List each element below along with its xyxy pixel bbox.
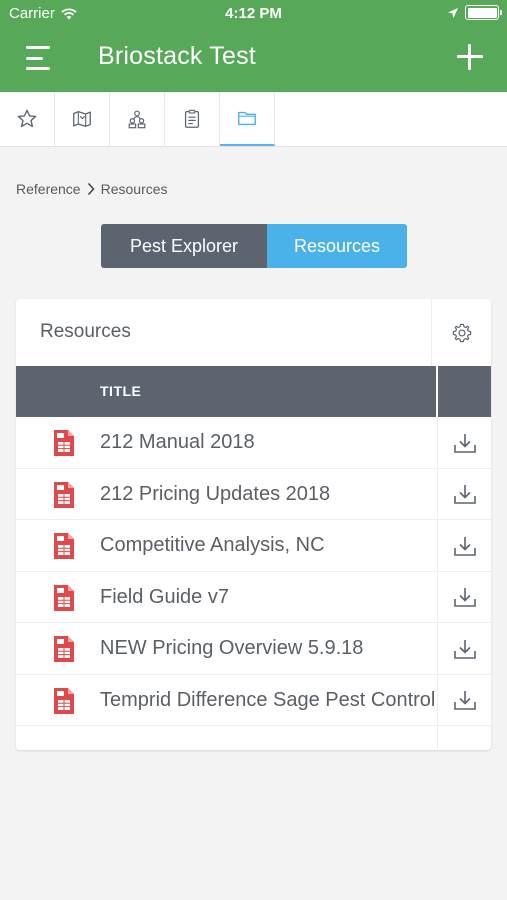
tab-resources[interactable] <box>220 92 275 146</box>
download-icon <box>453 639 476 659</box>
tab-favorites[interactable] <box>0 92 55 146</box>
status-right <box>447 5 502 20</box>
table-row[interactable]: NEW Pricing Overview 5.9.18 <box>16 623 491 675</box>
top-bar: Carrier 4:12 PM Briostack Test <box>0 0 507 92</box>
pdf-file-icon <box>54 584 74 611</box>
pest-explorer-button[interactable]: Pest Explorer <box>101 224 267 268</box>
map-icon <box>73 111 91 127</box>
table-row[interactable]: 212 Pricing Updates 2018 <box>16 468 491 520</box>
tab-map[interactable] <box>55 92 110 146</box>
download-icon <box>453 588 476 607</box>
download-button[interactable] <box>437 417 491 468</box>
resource-title: Competitive Analysis, NC <box>100 534 325 556</box>
app-title: Briostack Test <box>98 42 256 70</box>
view-toggle: Pest Explorer Resources <box>101 224 407 268</box>
download-icon <box>453 691 476 710</box>
app-header: Briostack Test <box>0 28 507 92</box>
battery-icon <box>465 5 502 20</box>
location-arrow-icon <box>448 7 458 18</box>
resource-title: NEW Pricing Overview 5.9.18 <box>100 637 364 659</box>
people-icon <box>128 110 146 129</box>
pdf-file-icon <box>54 533 74 559</box>
breadcrumb-parent[interactable]: Reference <box>16 181 81 197</box>
download-button[interactable] <box>437 468 491 520</box>
table-row[interactable]: Field Guide v7 <box>16 571 491 623</box>
resource-title: 212 Manual 2018 <box>100 431 255 453</box>
settings-button[interactable] <box>431 299 491 366</box>
breadcrumb-current: Resources <box>100 181 168 197</box>
tab-customers[interactable] <box>110 92 165 146</box>
star-icon <box>17 109 37 128</box>
breadcrumb: Reference Resources <box>16 181 168 197</box>
tab-tasks[interactable] <box>165 92 220 146</box>
table-header: TITLE <box>16 366 491 417</box>
column-divider <box>437 726 438 750</box>
download-button[interactable] <box>437 571 491 623</box>
chevron-right-icon <box>87 182 95 196</box>
tab-bar <box>0 92 507 147</box>
download-icon <box>453 536 476 556</box>
download-button[interactable] <box>437 674 491 726</box>
download-icon <box>453 433 476 453</box>
pdf-file-icon <box>54 481 74 508</box>
table-row[interactable]: Competitive Analysis, NC <box>16 520 491 572</box>
header-divider <box>436 366 438 417</box>
clock: 4:12 PM <box>225 5 282 22</box>
resource-title: Temprid Difference Sage Pest Control <box>100 688 436 711</box>
card-title: Resources <box>40 321 131 342</box>
gear-icon <box>452 323 471 342</box>
column-title-header[interactable]: TITLE <box>100 383 141 399</box>
clipboard-icon <box>184 109 200 128</box>
download-icon <box>453 485 476 504</box>
resource-title: 212 Pricing Updates 2018 <box>100 482 331 505</box>
resources-button[interactable]: Resources <box>267 224 407 268</box>
table-row[interactable]: 212 Manual 2018 <box>16 417 491 469</box>
folder-icon <box>238 111 256 126</box>
resources-card: Resources TITLE 212 Manual 2018 212 Pric… <box>16 299 491 750</box>
card-header: Resources <box>16 299 491 366</box>
resources-list: 212 Manual 2018 212 Pricing Updates 2018 <box>16 417 491 726</box>
menu-button[interactable] <box>26 46 50 70</box>
add-button[interactable] <box>457 44 483 70</box>
resource-title: Field Guide v7 <box>100 585 229 608</box>
status-bar: Carrier 4:12 PM <box>0 0 507 28</box>
pdf-file-icon <box>54 687 74 714</box>
download-button[interactable] <box>437 520 491 571</box>
table-row[interactable]: Temprid Difference Sage Pest Control <box>16 674 491 726</box>
pdf-file-icon <box>54 636 74 662</box>
download-button[interactable] <box>437 623 491 674</box>
pdf-file-icon <box>54 430 74 456</box>
